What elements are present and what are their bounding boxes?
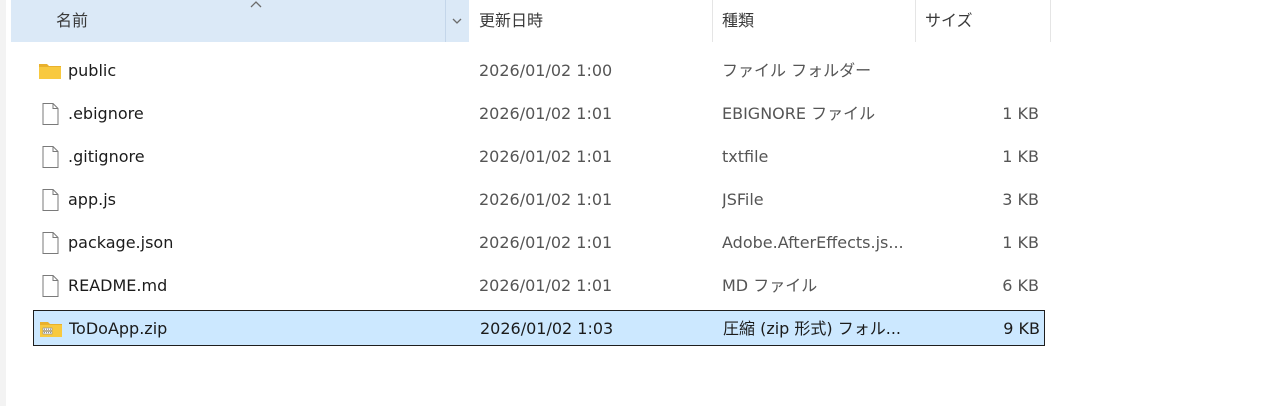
file-date: 2026/01/02 1:00 [479, 61, 613, 80]
navigation-pane-edge [0, 0, 6, 406]
file-row-selected[interactable]: ToDoApp.zip 2026/01/02 1:03 圧縮 (zip 形式) … [33, 310, 1045, 346]
file-row[interactable]: public 2026/01/02 1:00 ファイル フォルダー [33, 53, 1045, 89]
file-date: 2026/01/02 1:01 [479, 104, 613, 123]
folder-icon [39, 64, 61, 79]
file-size: 1 KB [1002, 104, 1039, 123]
file-type: JSFile [722, 190, 764, 209]
file-name: README.md [68, 276, 168, 295]
file-size: 9 KB [1003, 319, 1040, 338]
file-date: 2026/01/02 1:01 [479, 233, 613, 252]
file-name: .gitignore [68, 147, 145, 166]
file-type: Adobe.AfterEffects.js... [722, 233, 904, 252]
file-size: 1 KB [1002, 233, 1039, 252]
file-date: 2026/01/02 1:01 [479, 147, 613, 166]
file-row[interactable]: package.json 2026/01/02 1:01 Adobe.After… [33, 225, 1045, 261]
file-icon [42, 146, 59, 168]
file-size: 3 KB [1002, 190, 1039, 209]
file-name: .ebignore [68, 104, 144, 123]
file-icon [42, 275, 59, 297]
file-size: 6 KB [1002, 276, 1039, 295]
file-type: txtfile [722, 147, 769, 166]
file-type: 圧縮 (zip 形式) フォル... [723, 319, 902, 338]
zip-folder-icon [40, 322, 62, 337]
file-size [913, 53, 1039, 89]
column-header-size-label: サイズ [925, 11, 973, 30]
column-header-bar: 名前 更新日時 種類 サイズ [0, 0, 1282, 42]
file-icon [42, 232, 59, 254]
chevron-down-icon[interactable] [451, 16, 463, 26]
file-icon [42, 103, 59, 125]
file-explorer-list: 名前 更新日時 種類 サイズ public 2026/01/02 1:00 ファ… [0, 0, 1282, 406]
file-row[interactable]: app.js 2026/01/02 1:01 JSFile 3 KB [33, 182, 1045, 218]
file-row[interactable]: README.md 2026/01/02 1:01 MD ファイル 6 KB [33, 268, 1045, 304]
column-filter-divider [445, 0, 446, 42]
file-date: 2026/01/02 1:03 [480, 319, 614, 338]
file-type: MD ファイル [722, 276, 818, 295]
file-row[interactable]: .ebignore 2026/01/02 1:01 EBIGNORE ファイル … [33, 96, 1045, 132]
sort-ascending-icon [250, 1, 262, 8]
file-type: EBIGNORE ファイル [722, 104, 876, 123]
file-date: 2026/01/02 1:01 [479, 190, 613, 209]
column-header-size[interactable]: サイズ [915, 0, 1050, 42]
file-size: 1 KB [1002, 147, 1039, 166]
file-date: 2026/01/02 1:01 [479, 276, 613, 295]
file-type: ファイル フォルダー [722, 61, 872, 80]
file-row[interactable]: .gitignore 2026/01/02 1:01 txtfile 1 KB [33, 139, 1045, 175]
file-name: app.js [68, 190, 116, 209]
column-header-name[interactable]: 名前 [11, 0, 469, 42]
file-name: package.json [68, 233, 174, 252]
column-header-date-label: 更新日時 [479, 11, 544, 30]
file-name: public [68, 61, 117, 80]
file-icon [42, 189, 59, 211]
column-header-name-label: 名前 [56, 11, 89, 30]
column-header-type-label: 種類 [722, 11, 755, 30]
column-header-type[interactable]: 種類 [712, 0, 915, 42]
file-name: ToDoApp.zip [69, 319, 168, 338]
column-separator[interactable] [1050, 0, 1051, 42]
column-header-date[interactable]: 更新日時 [469, 0, 712, 42]
